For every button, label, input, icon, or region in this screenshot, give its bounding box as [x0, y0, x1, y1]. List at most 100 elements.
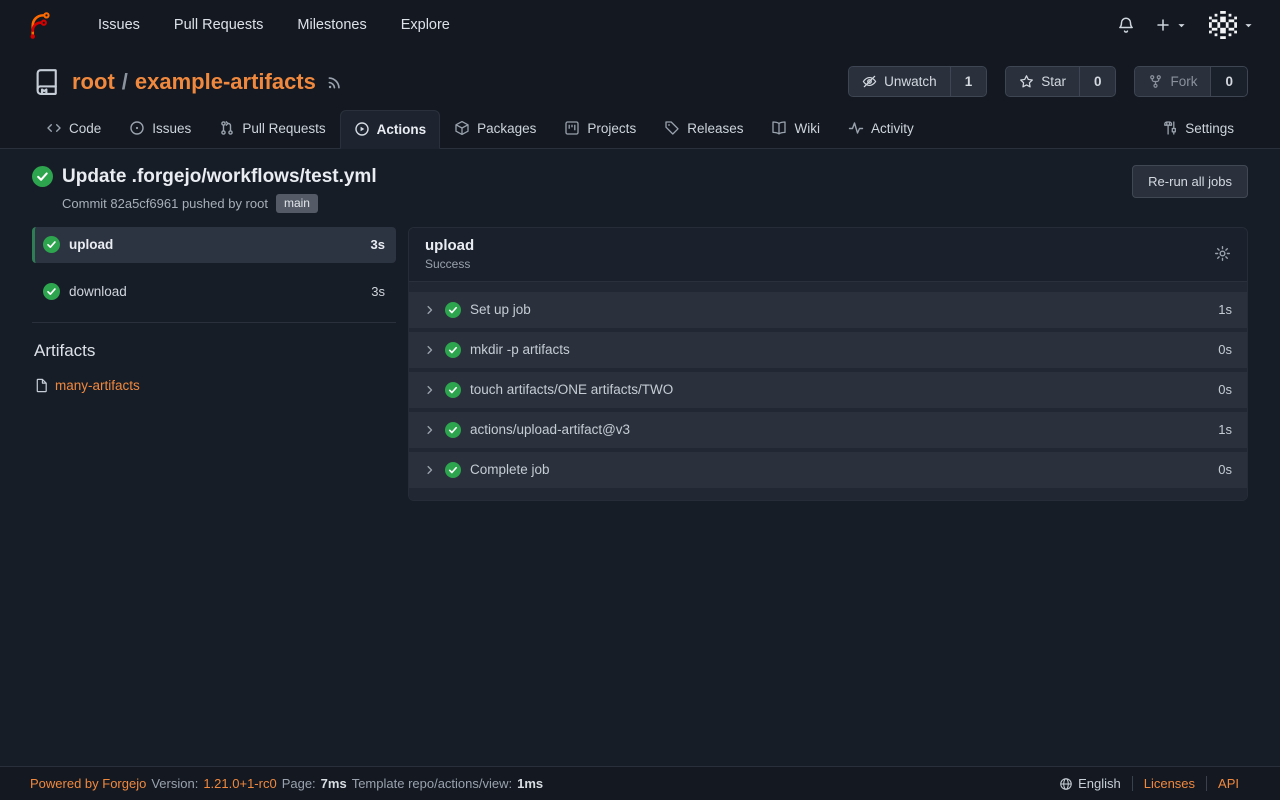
repo-title: root / example-artifacts [72, 69, 316, 95]
tab-issues[interactable]: Issues [115, 109, 205, 148]
chevron-right-icon [424, 464, 436, 476]
branch-badge[interactable]: main [276, 194, 318, 213]
success-check-icon [445, 422, 461, 438]
nav-pull-requests[interactable]: Pull Requests [157, 0, 280, 50]
page-footer: Powered by Forgejo Version: 1.21.0+1-rc0… [0, 766, 1280, 800]
artifact-link-many-artifacts[interactable]: many-artifacts [34, 378, 396, 393]
settings-tools-icon [1162, 120, 1178, 136]
tag-icon [664, 120, 680, 136]
tab-actions[interactable]: Actions [340, 110, 441, 149]
fork-button[interactable]: Fork [1135, 67, 1211, 96]
run-header: Update .forgejo/workflows/test.yml Commi… [0, 149, 1280, 227]
repo-icon [32, 67, 62, 97]
code-icon [46, 120, 62, 136]
fork-icon [1148, 74, 1163, 89]
issue-icon [129, 120, 145, 136]
licenses-link[interactable]: Licenses [1132, 776, 1206, 791]
page-time-value: 7ms [321, 776, 347, 791]
tab-packages[interactable]: Packages [440, 109, 550, 148]
star-count[interactable]: 0 [1080, 67, 1116, 96]
step-complete-job[interactable]: Complete job 0s [409, 452, 1247, 488]
star-button[interactable]: Star [1006, 67, 1080, 96]
gear-icon[interactable] [1214, 245, 1231, 262]
template-time-label: Template repo/actions/view: [352, 776, 512, 791]
step-upload-artifact-action[interactable]: actions/upload-artifact@v3 1s [409, 412, 1247, 448]
step-duration: 0s [1218, 382, 1232, 397]
version-link[interactable]: 1.21.0+1-rc0 [203, 776, 276, 791]
tab-projects[interactable]: Projects [550, 109, 650, 148]
step-mkdir[interactable]: mkdir -p artifacts 0s [409, 332, 1247, 368]
main-content: upload 3s download 3s Artifacts many-art… [0, 227, 1280, 766]
job-name: upload [69, 237, 113, 252]
notifications-bell-icon[interactable] [1107, 10, 1145, 40]
success-check-icon [445, 462, 461, 478]
chevron-right-icon [424, 424, 436, 436]
job-item-upload[interactable]: upload 3s [32, 227, 396, 263]
step-set-up-job[interactable]: Set up job 1s [409, 292, 1247, 328]
job-detail-panel: upload Success Set up job 1s mkdir -p ar… [408, 227, 1248, 501]
star-button-group: Star 0 [1005, 66, 1116, 97]
version-label: Version: [151, 776, 198, 791]
nav-milestones[interactable]: Milestones [280, 0, 383, 50]
repo-name-link[interactable]: example-artifacts [135, 69, 316, 95]
job-name: download [69, 284, 127, 299]
language-selector[interactable]: English [1048, 776, 1132, 791]
globe-icon [1059, 777, 1073, 791]
star-icon [1019, 74, 1034, 89]
job-duration: 3s [371, 284, 385, 299]
project-icon [564, 120, 580, 136]
success-check-icon [445, 302, 461, 318]
top-navbar: Issues Pull Requests Milestones Explore [0, 0, 1280, 50]
step-name: mkdir -p artifacts [470, 342, 570, 357]
chevron-right-icon [424, 344, 436, 356]
step-name: touch artifacts/ONE artifacts/TWO [470, 382, 673, 397]
commit-text: Commit 82a5cf6961 pushed by root [62, 196, 268, 211]
job-detail-title: upload [425, 237, 474, 254]
book-icon [771, 120, 787, 136]
unwatch-button[interactable]: Unwatch [849, 67, 951, 96]
powered-by-link[interactable]: Powered by Forgejo [30, 776, 146, 791]
forgejo-logo-icon[interactable] [26, 12, 53, 39]
success-check-icon [32, 166, 53, 187]
step-touch-artifacts[interactable]: touch artifacts/ONE artifacts/TWO 0s [409, 372, 1247, 408]
job-detail-header: upload Success [409, 228, 1247, 282]
tab-releases[interactable]: Releases [650, 109, 757, 148]
repo-owner-link[interactable]: root [72, 69, 115, 95]
step-duration: 0s [1218, 342, 1232, 357]
page-time-label: Page: [282, 776, 316, 791]
job-duration: 3s [371, 237, 385, 252]
api-link[interactable]: API [1206, 776, 1250, 791]
repo-header: root / example-artifacts Unwatch 1 [0, 50, 1280, 149]
fork-button-group: Fork 0 [1134, 66, 1248, 97]
tab-pull-requests[interactable]: Pull Requests [205, 109, 339, 148]
tab-settings[interactable]: Settings [1148, 109, 1248, 148]
step-name: actions/upload-artifact@v3 [470, 422, 630, 437]
repo-title-slash: / [122, 69, 128, 95]
plus-icon [1155, 17, 1171, 33]
step-name: Set up job [470, 302, 531, 317]
avatar [1209, 11, 1237, 39]
chevron-right-icon [424, 384, 436, 396]
watch-button-group: Unwatch 1 [848, 66, 987, 97]
rss-feed-icon[interactable] [326, 73, 344, 91]
tab-wiki[interactable]: Wiki [757, 109, 834, 148]
job-item-download[interactable]: download 3s [32, 274, 396, 310]
create-new-dropdown[interactable] [1145, 11, 1197, 39]
repo-tabs: Code Issues Pull Requests Actions Packag… [0, 101, 1280, 149]
nav-explore[interactable]: Explore [384, 0, 467, 50]
package-icon [454, 120, 470, 136]
watch-count[interactable]: 1 [951, 67, 987, 96]
tab-code[interactable]: Code [32, 109, 115, 148]
success-check-icon [445, 342, 461, 358]
chevron-right-icon [424, 304, 436, 316]
rerun-all-jobs-button[interactable]: Re-run all jobs [1132, 165, 1248, 198]
success-check-icon [445, 382, 461, 398]
tab-activity[interactable]: Activity [834, 109, 928, 148]
pulse-icon [848, 120, 864, 136]
user-menu-dropdown[interactable] [1209, 11, 1254, 39]
pull-request-icon [219, 120, 235, 136]
nav-issues[interactable]: Issues [81, 0, 157, 50]
repo-action-buttons: Unwatch 1 Star 0 [848, 66, 1248, 97]
step-duration: 1s [1218, 302, 1232, 317]
fork-count[interactable]: 0 [1211, 67, 1247, 96]
